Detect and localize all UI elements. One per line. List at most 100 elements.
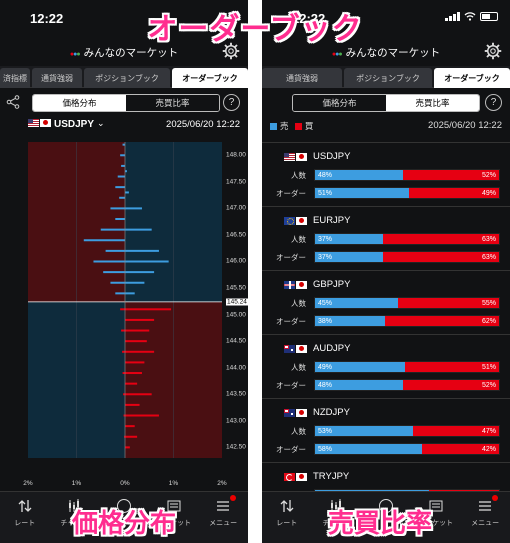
distribution-bar	[83, 239, 125, 242]
distribution-bar	[93, 260, 125, 263]
chevron-down-icon[interactable]: ⌄	[97, 118, 105, 129]
tab-currency-strength[interactable]: 通貨強弱	[262, 68, 342, 88]
overlay-caption-right: 売買比率	[328, 508, 433, 538]
price-tick-label: 144.00	[226, 364, 246, 372]
price-tick-label: 143.50	[226, 390, 246, 398]
segment-buy-sell-ratio[interactable]: 売買比率	[386, 95, 479, 111]
pair-block-usdjpy[interactable]: USDJPY 人数 48% 52% オーダー 51% 49%	[262, 142, 510, 206]
pair-block-eurjpy[interactable]: EURJPY 人数 37% 63% オーダー 37% 63%	[262, 206, 510, 270]
nav-menu[interactable]: メニュー	[460, 492, 510, 543]
distribution-bar	[103, 271, 125, 274]
orders-ratio-row: オーダー 48% 52%	[262, 379, 510, 391]
distribution-bar	[125, 318, 155, 321]
pair-selector[interactable]: USDJPY	[54, 119, 94, 130]
tab-position-book[interactable]: ポジションブック	[84, 68, 170, 88]
distribution-bar	[120, 154, 125, 157]
pair-head: GBPJPY	[284, 279, 351, 290]
pair-block-gbpjpy[interactable]: GBPJPY 人数 45% 55% オーダー 38% 62%	[262, 270, 510, 334]
segment-price-distribution[interactable]: 価格分布	[293, 95, 386, 111]
row-label: オーダー	[276, 253, 306, 262]
rate-arrows-icon	[280, 500, 294, 512]
x-tick-label: 0%	[120, 480, 130, 487]
tab-position-book[interactable]: ポジションブック	[344, 68, 432, 88]
distribution-bar	[115, 186, 125, 189]
distribution-bar	[125, 260, 169, 263]
orders-ratio-row: オーダー 58% 42%	[262, 443, 510, 455]
price-tick-label: 148.00	[226, 151, 246, 159]
overlay-caption-left: 価格分布	[72, 508, 177, 538]
price-tick-label: 145.24	[226, 298, 248, 306]
distribution-bar	[125, 446, 130, 449]
price-axis: 148.00 147.50 147.00 146.50 146.00 145.50 145.…	[224, 142, 248, 458]
distribution-bar	[125, 329, 150, 332]
price-tick-label: 145.50	[226, 284, 246, 292]
distribution-bar	[125, 372, 142, 375]
row-label: 人数	[291, 363, 306, 372]
help-icon[interactable]: ?	[223, 94, 240, 111]
segment-price-distribution[interactable]: 価格分布	[33, 95, 126, 111]
distribution-bar	[125, 425, 135, 428]
tab-indicator[interactable]: 済指標	[0, 68, 30, 88]
help-icon[interactable]: ?	[485, 94, 502, 111]
row-label: オーダー	[276, 317, 306, 326]
distribution-bar	[125, 350, 155, 353]
pair-head: EURJPY	[284, 215, 350, 226]
sell-ratio: 55%	[397, 298, 499, 308]
pair-head: TRYJPY	[284, 471, 349, 482]
buy-ratio: 51%	[315, 188, 409, 198]
buy-ratio: 37%	[315, 252, 384, 262]
distribution-bar	[115, 218, 125, 221]
share-icon[interactable]	[6, 95, 20, 109]
sell-ratio: 47%	[412, 426, 499, 436]
distribution-bar	[115, 292, 125, 295]
legend-buy-label: 売	[280, 121, 289, 131]
sell-ratio: 49%	[408, 188, 499, 198]
tab-order-book[interactable]: オーダーブック	[172, 68, 248, 88]
ratio-bar: 49% 51%	[314, 361, 500, 373]
segment-buy-sell-ratio[interactable]: 売買比率	[126, 95, 219, 111]
row-label: 人数	[291, 299, 306, 308]
nav-menu-label: メニュー	[471, 520, 500, 527]
au-jpy-flag-icon	[284, 344, 307, 353]
left-screen: 12:22 ●●● みんなのマーケット 済指標 通貨強弱 ポジションブック オーダ…	[0, 0, 248, 543]
traders-ratio-row: 人数 53% 47%	[262, 425, 510, 437]
ratio-bar: 37% 63%	[314, 233, 500, 245]
price-tick-label: 147.00	[226, 204, 246, 212]
pair-name: EURJPY	[313, 215, 351, 226]
app-logo-icon: ●●●	[331, 51, 343, 58]
sell-ratio: 63%	[383, 234, 499, 244]
us-jpy-flag-icon	[284, 152, 307, 161]
price-tick-label: 146.00	[226, 257, 246, 265]
tab-currency-strength[interactable]: 通貨強弱	[32, 68, 82, 88]
distribution-bar	[122, 372, 125, 375]
price-tick-label: 147.50	[226, 178, 246, 186]
pair-block-nzdjpy[interactable]: NZDJPY 人数 53% 47% オーダー 58% 42%	[262, 398, 510, 462]
ratio-bar: 53% 47%	[314, 425, 500, 437]
nav-menu[interactable]: メニュー	[198, 492, 248, 543]
sell-ratio: 52%	[403, 170, 499, 180]
nav-rate[interactable]: レート	[262, 492, 312, 543]
tab-order-book[interactable]: オーダーブック	[434, 68, 510, 88]
distribution-bar	[125, 382, 138, 385]
distribution-bar	[125, 228, 152, 231]
row-label: 人数	[291, 427, 306, 436]
x-tick-label: 1%	[71, 480, 82, 487]
buy-ratio: 53%	[315, 426, 413, 436]
menu-icon	[479, 501, 492, 511]
distribution-bar	[125, 281, 145, 284]
pair-name: USDJPY	[313, 151, 351, 162]
pair-block-audjpy[interactable]: AUDJPY 人数 49% 51% オーダー 48% 52%	[262, 334, 510, 398]
orders-ratio-row: オーダー 37% 63%	[262, 251, 510, 263]
price-distribution-chart	[28, 142, 222, 458]
nav-rate[interactable]: レート	[0, 492, 50, 543]
toolbar: 価格分布 売買比率 ?	[262, 88, 510, 116]
distribution-bar	[121, 164, 125, 167]
ratio-bar: 38% 62%	[314, 315, 500, 327]
distribution-bar	[125, 414, 159, 417]
segment-control: 価格分布 売買比率	[292, 94, 480, 112]
legend-sell-swatch	[294, 123, 302, 130]
distribution-bar	[125, 435, 138, 438]
traders-ratio-row: 人数 48% 52%	[262, 169, 510, 181]
ratio-bar: 48% 52%	[314, 169, 500, 181]
x-tick-label: 2%	[23, 480, 33, 487]
